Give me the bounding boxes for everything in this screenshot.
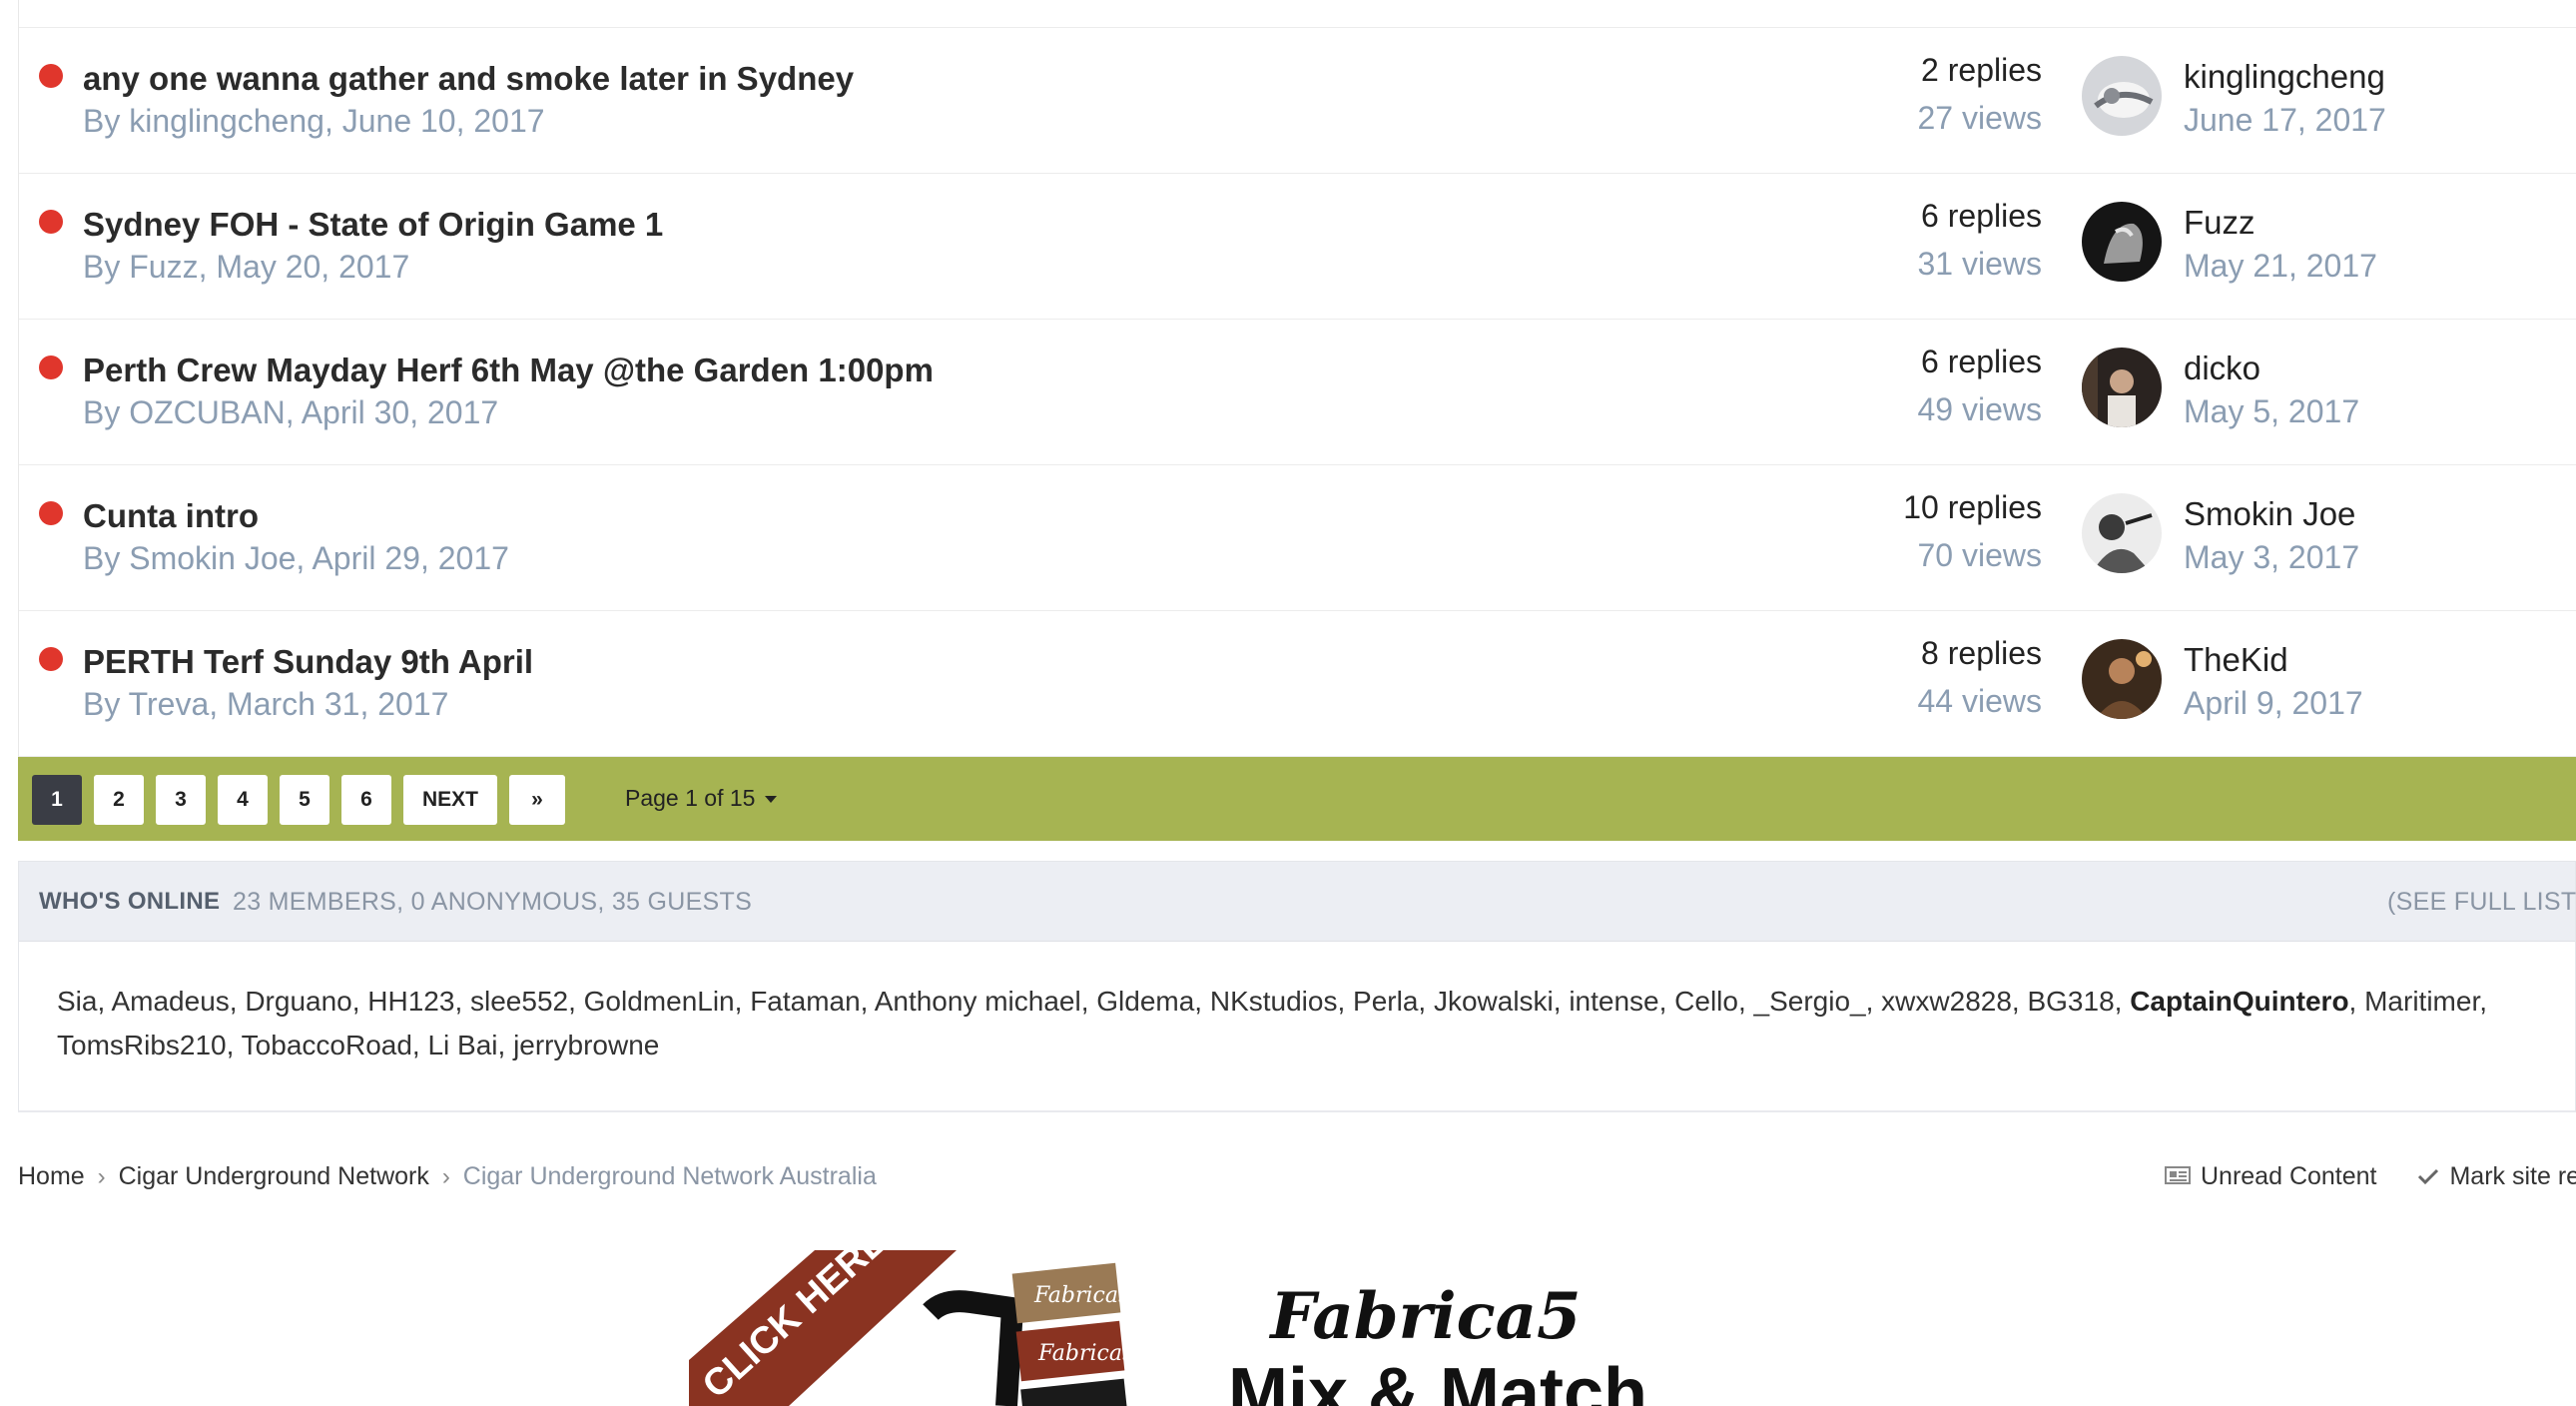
topic-title-link[interactable]: Perth Crew Mayday Herf 6th May @the Gard…: [83, 352, 934, 389]
unread-content-label: Unread Content: [2201, 1162, 2377, 1190]
chevron-right-icon: ›: [441, 1163, 450, 1190]
last-post-date: May 21, 2017: [2184, 248, 2377, 284]
last-poster-avatar[interactable]: [2082, 493, 2162, 573]
ad-box-brand-text: Fabrica5: [1033, 1283, 1132, 1308]
caret-down-icon: [765, 796, 778, 804]
mark-site-read-link[interactable]: Mark site re: [2417, 1162, 2576, 1190]
whos-online-title: WHO'S ONLINE: [39, 888, 221, 915]
last-post-date: May 3, 2017: [2184, 539, 2360, 575]
last-poster-avatar[interactable]: [2082, 639, 2162, 719]
topic-title-link[interactable]: PERTH Terf Sunday 9th April: [83, 643, 533, 681]
last-poster-link[interactable]: kinglingcheng: [2184, 58, 2385, 96]
topic-starter-meta: By kinglingcheng, June 10, 2017: [83, 103, 545, 139]
pagination-bar: 1 2 3 4 5 6 NEXT » Page 1 of 15: [18, 757, 2576, 841]
ad-headline: Mix & Match: [1228, 1354, 1647, 1406]
last-poster-avatar[interactable]: [2082, 348, 2162, 427]
topic-row[interactable]: any one wanna gather and smoke later in …: [19, 28, 2576, 174]
fabrica5-ad-graphic: CLICK HERE! Fabrica5 Fabrica5 Fabrica5 M…: [689, 1250, 1647, 1406]
topic-row[interactable]: Cunta intro By Smokin Joe, April 29, 201…: [19, 465, 2576, 611]
page-1-button[interactable]: 1: [32, 775, 82, 825]
topic-replies-count: 6 replies: [1921, 198, 2042, 234]
last-post-date: June 17, 2017: [2184, 102, 2386, 138]
page-5-button[interactable]: 5: [280, 775, 329, 825]
topic-row[interactable]: PERTH Terf Sunday 9th April By Treva, Ma…: [19, 611, 2576, 757]
last-poster-avatar[interactable]: [2082, 56, 2162, 136]
unread-indicator-icon: [39, 355, 63, 379]
chevron-right-icon: ›: [97, 1163, 106, 1190]
mark-site-read-label: Mark site re: [2449, 1162, 2576, 1190]
double-chevron-right-icon: »: [531, 788, 543, 811]
last-post-date: April 9, 2017: [2184, 685, 2363, 721]
whos-online-counts: 23 MEMBERS, 0 ANONYMOUS, 35 GUESTS: [233, 888, 753, 916]
checkmark-icon: [2417, 1163, 2439, 1192]
topic-starter-meta: By OZCUBAN, April 30, 2017: [83, 394, 499, 430]
topic-replies-count: 10 replies: [1903, 489, 2042, 525]
newspaper-icon: [2165, 1163, 2191, 1192]
online-members-text[interactable]: Sia, Amadeus, Drguano, HH123, slee552, G…: [57, 986, 2130, 1017]
last-page-button[interactable]: »: [509, 775, 565, 825]
topic-views-count: 49 views: [1917, 391, 2043, 427]
topic-row[interactable]: Sydney FOH - State of Origin Game 1 By F…: [19, 174, 2576, 320]
unread-indicator-icon: [39, 210, 63, 234]
topic-views-count: 27 views: [1917, 100, 2043, 136]
online-member-highlight[interactable]: CaptainQuintero: [2130, 986, 2348, 1017]
page-2-button[interactable]: 2: [94, 775, 144, 825]
whos-online-header: WHO'S ONLINE 23 MEMBERS, 0 ANONYMOUS, 35…: [19, 862, 2576, 942]
topic-starter-meta: By Fuzz, May 20, 2017: [83, 249, 410, 285]
topic-title-link[interactable]: any one wanna gather and smoke later in …: [83, 60, 854, 98]
last-poster-link[interactable]: dicko: [2184, 350, 2260, 387]
ad-brand-logo: Fabrica5: [1268, 1279, 1581, 1354]
page-4-button[interactable]: 4: [218, 775, 268, 825]
unread-indicator-icon: [39, 64, 63, 88]
see-full-list-link[interactable]: (SEE FULL LIST: [2387, 888, 2576, 917]
topic-row[interactable]: Perth Crew Mayday Herf 6th May @the Gard…: [19, 320, 2576, 465]
online-members-list[interactable]: Sia, Amadeus, Drguano, HH123, slee552, G…: [57, 980, 2573, 1067]
last-poster-avatar[interactable]: [2082, 202, 2162, 282]
last-poster-link[interactable]: TheKid: [2184, 641, 2288, 679]
page-6-button[interactable]: 6: [341, 775, 391, 825]
last-poster-link[interactable]: Smokin Joe: [2184, 495, 2355, 533]
topic-list: any one wanna gather and smoke later in …: [18, 0, 2576, 757]
next-page-button[interactable]: NEXT: [403, 775, 497, 825]
unread-indicator-icon: [39, 501, 63, 525]
topic-title-link[interactable]: Cunta intro: [83, 497, 259, 535]
topic-views-count: 70 views: [1917, 537, 2043, 573]
breadcrumb-current: Cigar Underground Network Australia: [462, 1162, 877, 1190]
unread-indicator-icon: [39, 647, 63, 671]
topic-starter-meta: By Treva, March 31, 2017: [83, 686, 449, 722]
unread-content-link[interactable]: Unread Content: [2165, 1162, 2383, 1190]
page-3-button[interactable]: 3: [156, 775, 206, 825]
breadcrumb: Home › Cigar Underground Network › Cigar…: [18, 1162, 877, 1191]
page-jump-label: Page 1 of 15: [625, 785, 756, 811]
breadcrumb-network[interactable]: Cigar Underground Network: [119, 1162, 429, 1190]
last-post-date: May 5, 2017: [2184, 393, 2360, 429]
topic-views-count: 31 views: [1917, 246, 2043, 282]
advertisement-banner[interactable]: CLICK HERE! Fabrica5 Fabrica5 Fabrica5 M…: [689, 1250, 1737, 1406]
topic-replies-count: 6 replies: [1921, 344, 2042, 379]
topic-title-link[interactable]: Sydney FOH - State of Origin Game 1: [83, 206, 663, 244]
topic-replies-count: 8 replies: [1921, 635, 2042, 671]
breadcrumb-home[interactable]: Home: [18, 1162, 85, 1190]
breadcrumb-actions: Unread Content Mark site re: [2165, 1162, 2576, 1192]
last-poster-link[interactable]: Fuzz: [2184, 204, 2255, 242]
page-jump-dropdown[interactable]: Page 1 of 15: [625, 785, 778, 812]
whos-online-panel: WHO'S ONLINE 23 MEMBERS, 0 ANONYMOUS, 35…: [18, 861, 2576, 1112]
topic-starter-meta: By Smokin Joe, April 29, 2017: [83, 540, 509, 576]
topic-replies-count: 2 replies: [1921, 52, 2042, 88]
topic-views-count: 44 views: [1917, 683, 2043, 719]
topic-list-top-border: [19, 0, 2576, 28]
ad-box-brand-text: Fabrica5: [1037, 1341, 1136, 1366]
